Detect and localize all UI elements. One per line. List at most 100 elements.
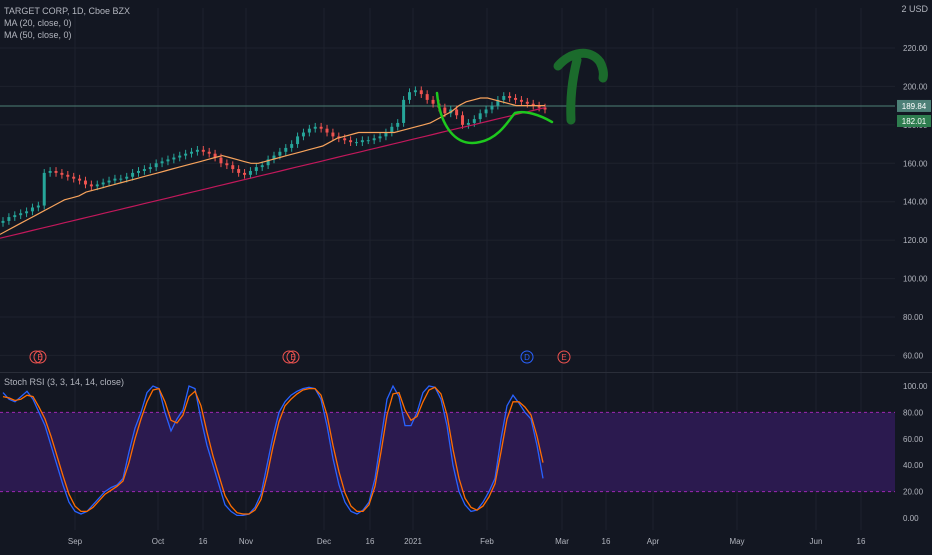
candle-body — [354, 142, 358, 144]
chart-root[interactable]: 60.0080.00100.00120.00140.00160.00180.00… — [0, 0, 932, 550]
ma50-line — [0, 107, 546, 239]
stoch-rsi-legend: Stoch RSI (3, 3, 14, 14, close) — [4, 377, 125, 387]
rsi-y-tick: 40.00 — [903, 461, 924, 470]
x-axis-tick: Oct — [152, 537, 165, 546]
chart-canvas[interactable]: 60.0080.00100.00120.00140.00160.00180.00… — [0, 0, 932, 550]
candle-body — [119, 178, 123, 180]
candle-body — [36, 205, 40, 208]
candle-body — [219, 157, 223, 164]
candle-body — [325, 128, 329, 133]
candle-body — [184, 153, 188, 156]
x-axis-tick: 16 — [199, 537, 208, 546]
candle-body — [195, 149, 199, 152]
price-y-tick: 60.00 — [903, 351, 924, 360]
candle-body — [1, 220, 5, 223]
candle-body — [260, 165, 264, 168]
candle-body — [60, 172, 64, 175]
candle-body — [419, 90, 423, 95]
rsi-y-tick: 20.00 — [903, 488, 924, 497]
last-price-label: 189.84 — [902, 102, 927, 111]
candle-body — [201, 149, 205, 152]
x-axis-tick: Apr — [647, 537, 660, 546]
candle-body — [290, 144, 294, 148]
candle-body — [148, 167, 152, 170]
candle-body — [472, 119, 476, 123]
candle-body — [408, 92, 411, 100]
candle-body — [125, 176, 129, 179]
candle-body — [107, 180, 111, 183]
x-axis-tick: May — [729, 537, 744, 546]
candle-body — [7, 217, 11, 221]
candle-body — [443, 107, 447, 114]
price-y-tick: 140.00 — [903, 198, 928, 207]
price-y-tick: 100.00 — [903, 275, 928, 284]
x-axis-tick: Nov — [239, 537, 253, 546]
x-axis-tick: 2021 — [404, 537, 422, 546]
candle-body — [78, 178, 82, 181]
candle-body — [349, 140, 353, 143]
candle-body — [384, 132, 388, 137]
candle-body — [72, 176, 76, 179]
candle-body — [278, 151, 282, 156]
candle-body — [101, 182, 105, 185]
rsi-y-tick: 60.00 — [903, 435, 924, 444]
candle-body — [301, 132, 305, 137]
candle-body — [319, 126, 323, 129]
top-tick: 2 — [901, 4, 907, 14]
candle-body — [413, 90, 417, 93]
candle-body — [307, 128, 311, 133]
candle-body — [243, 172, 247, 175]
currency-label: 2 USD — [901, 4, 928, 14]
event-marker-label: D — [524, 353, 530, 362]
candle-body — [461, 115, 465, 125]
drawing-cup-curve — [435, 91, 554, 145]
currency-unit: USD — [908, 4, 928, 14]
event-marker-label: E — [561, 353, 566, 362]
candle-body — [343, 138, 347, 141]
candle-body — [30, 207, 34, 212]
candle-body — [514, 97, 518, 100]
candle-body — [466, 122, 470, 125]
candle-body — [402, 99, 406, 123]
candle-body — [390, 126, 394, 133]
candle-body — [313, 126, 317, 129]
x-axis-tick: 16 — [602, 537, 611, 546]
candle-body — [525, 101, 529, 104]
x-axis-tick: Sep — [68, 537, 83, 546]
candle-body — [225, 163, 229, 166]
candle-body — [372, 138, 376, 141]
candle-body — [254, 167, 258, 171]
candle-body — [42, 172, 46, 206]
candle-body — [378, 136, 382, 139]
candle-body — [248, 170, 252, 175]
ma50-legend: MA (50, close, 0) — [4, 30, 72, 40]
candle-body — [83, 180, 87, 185]
ma-price-label: 182.01 — [902, 117, 927, 126]
candle-body — [178, 155, 182, 158]
candle-body — [66, 174, 70, 177]
candle-body — [284, 147, 288, 152]
candle-body — [331, 132, 335, 137]
candle-body — [131, 172, 135, 177]
candle-body — [172, 157, 176, 160]
candle-body — [360, 140, 364, 143]
candle-body — [455, 109, 459, 116]
candle-body — [13, 215, 17, 218]
x-axis-tick: 16 — [857, 537, 866, 546]
candle-body — [166, 159, 170, 162]
candle-body — [484, 109, 488, 114]
pane-separator[interactable] — [0, 372, 932, 373]
candle-body — [154, 163, 158, 168]
candle-body — [490, 105, 494, 110]
x-axis-tick: 16 — [366, 537, 375, 546]
candle-body — [396, 122, 400, 127]
price-y-tick: 80.00 — [903, 313, 924, 322]
candle-body — [113, 178, 117, 181]
x-axis-tick: Jun — [810, 537, 823, 546]
candle-body — [366, 140, 370, 142]
candle-body — [19, 213, 23, 216]
x-axis-tick: Dec — [317, 537, 331, 546]
price-y-tick: 220.00 — [903, 44, 928, 53]
rsi-y-tick: 100.00 — [903, 382, 928, 391]
candle-body — [207, 151, 211, 154]
